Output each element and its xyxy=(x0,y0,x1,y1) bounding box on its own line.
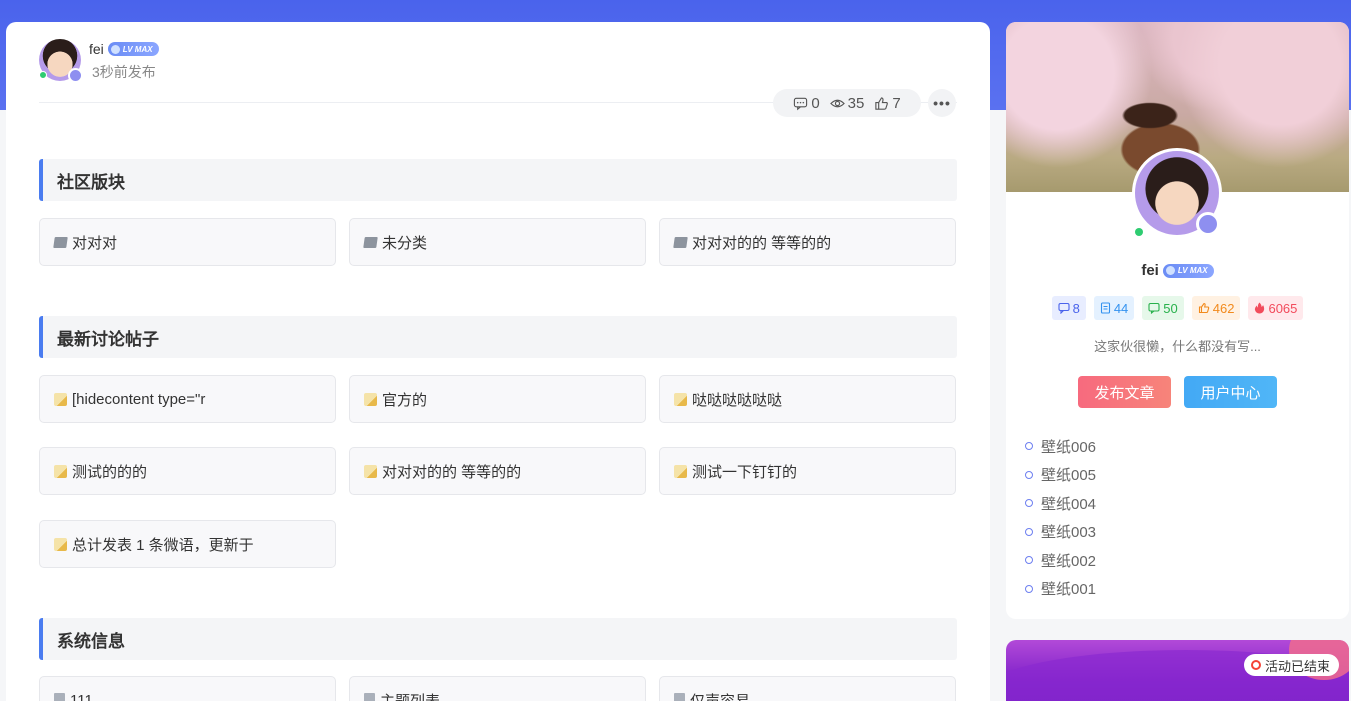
view-count: 35 xyxy=(829,94,865,112)
list-item[interactable]: 壁纸006 xyxy=(1025,432,1096,461)
comment-count[interactable]: 0 xyxy=(793,94,820,112)
section-title-latest-posts: 最新讨论帖子 xyxy=(39,316,957,358)
online-status-icon xyxy=(39,71,47,79)
folder-icon xyxy=(53,236,68,248)
post-tile-label: 哒哒哒哒哒哒 xyxy=(692,391,783,409)
profile-name-text[interactable]: fei xyxy=(1141,262,1159,279)
post-tile-label: 总计发表 1 条微语，更新于 xyxy=(72,536,254,554)
like-count[interactable]: 7 xyxy=(874,94,901,112)
document-icon xyxy=(1100,302,1110,314)
forum-tile-label: 未分类 xyxy=(382,234,428,252)
post-card: fei LV MAX 3秒前发布 0 35 7 ••• 社区版块 对对对 未分类… xyxy=(6,22,990,701)
section-title-forums: 社区版块 xyxy=(39,159,957,201)
system-tile[interactable]: 仅声容易 xyxy=(659,676,956,701)
post-tile[interactable]: 哒哒哒哒哒哒 xyxy=(659,375,956,423)
like-count-value: 7 xyxy=(892,94,901,112)
post-tile[interactable]: 测试的的的 xyxy=(39,447,336,495)
post-tile[interactable]: 官方的 xyxy=(349,375,646,423)
memo-icon xyxy=(54,537,67,551)
forum-tile-label: 对对对的的 等等的的 xyxy=(692,234,832,252)
profile-name[interactable]: fei LV MAX xyxy=(1006,262,1349,279)
forum-tile[interactable]: 对对对的的 等等的的 xyxy=(659,218,956,266)
post-tile[interactable]: 测试一下钉钉的 xyxy=(659,447,956,495)
vip-badge-icon xyxy=(68,68,83,83)
system-tile-label: 主题列表 xyxy=(380,692,441,701)
author-avatar-wrap[interactable] xyxy=(39,39,83,83)
event-status-text: 活动已结束 xyxy=(1264,658,1330,674)
post-tile[interactable]: 对对对的的 等等的的 xyxy=(349,447,646,495)
list-item[interactable]: 壁纸004 xyxy=(1025,489,1096,518)
level-badge: LV MAX xyxy=(1162,263,1214,278)
forum-tile[interactable]: 对对对 xyxy=(39,218,336,266)
replies-badge-value: 50 xyxy=(1163,300,1178,316)
post-tile-label: 官方的 xyxy=(382,391,428,409)
thumbs-up-icon xyxy=(875,96,889,110)
profile-stats: 8 44 50 462 6065 xyxy=(1006,296,1349,320)
post-stats: 0 35 7 xyxy=(773,89,921,117)
post-time: 3秒前发布 xyxy=(92,64,156,80)
profile-bio: 这家伙很懒，什么都没有写... xyxy=(1094,339,1261,354)
profile-card: fei LV MAX 8 44 50 462 6065 这家伙很懒，什么都没有写… xyxy=(1006,22,1349,619)
post-author: fei LV MAX 3秒前发布 xyxy=(39,39,339,83)
level-badge: LV MAX xyxy=(107,42,159,56)
system-tile[interactable]: 主题列表 xyxy=(349,676,646,701)
wallpaper-list: 壁纸006 壁纸005 壁纸004 壁纸003 壁纸002 壁纸001 xyxy=(1025,432,1096,603)
more-options-button[interactable]: ••• xyxy=(928,89,956,117)
message-icon xyxy=(1148,302,1160,314)
memo-icon xyxy=(364,464,377,478)
post-tile-label: [hidecontent type="r xyxy=(72,390,206,408)
post-tile-label: 测试的的的 xyxy=(72,463,148,481)
event-status-badge: 活动已结束 xyxy=(1243,654,1339,676)
system-tile-label: 111 xyxy=(70,691,93,701)
fire-icon xyxy=(1255,302,1265,314)
profile-avatar-wrap[interactable] xyxy=(1132,148,1222,238)
likes-badge: 462 xyxy=(1191,296,1241,320)
heat-badge-value: 6065 xyxy=(1268,300,1298,316)
section-title-system-info: 系统信息 xyxy=(39,618,957,660)
comments-badge: 8 xyxy=(1051,296,1086,320)
replies-badge: 50 xyxy=(1142,296,1184,320)
comments-icon xyxy=(1058,302,1070,314)
list-item[interactable]: 壁纸005 xyxy=(1025,461,1096,490)
system-tile[interactable]: 111 xyxy=(39,676,336,701)
folder-icon xyxy=(673,236,688,248)
user-center-button[interactable]: 用户中心 xyxy=(1184,376,1277,408)
online-status-icon xyxy=(1135,228,1143,236)
folder-icon xyxy=(363,236,378,248)
memo-icon xyxy=(54,392,67,406)
post-tile[interactable]: 总计发表 1 条微语，更新于 xyxy=(39,520,336,568)
event-card[interactable]: 活动已结束 xyxy=(1006,640,1349,701)
thumbs-up-icon xyxy=(1198,302,1209,314)
memo-icon xyxy=(364,392,377,406)
forum-tile[interactable]: 未分类 xyxy=(349,218,646,266)
memo-icon xyxy=(674,392,687,406)
comment-icon xyxy=(794,97,808,110)
post-tile[interactable]: [hidecontent type="r xyxy=(39,375,336,423)
comments-badge-value: 8 xyxy=(1072,300,1080,316)
list-item[interactable]: 壁纸002 xyxy=(1025,546,1096,575)
author-name[interactable]: fei LV MAX xyxy=(89,41,159,57)
forum-tile-label: 对对对 xyxy=(72,234,118,252)
post-tile-label: 对对对的的 等等的的 xyxy=(382,463,522,481)
clock-icon xyxy=(1250,660,1261,670)
eye-icon xyxy=(829,99,845,107)
post-tile-label: 测试一下钉钉的 xyxy=(692,463,798,481)
view-count-value: 35 xyxy=(847,94,865,112)
document-icon xyxy=(54,693,65,701)
posts-badge: 44 xyxy=(1093,296,1135,320)
list-item[interactable]: 壁纸003 xyxy=(1025,518,1096,547)
document-icon xyxy=(364,693,375,701)
document-icon xyxy=(674,693,685,701)
heat-badge: 6065 xyxy=(1248,296,1304,320)
author-name-text[interactable]: fei xyxy=(89,41,104,57)
likes-badge-value: 462 xyxy=(1212,300,1235,316)
system-tile-label: 仅声容易 xyxy=(690,692,751,701)
posts-badge-value: 44 xyxy=(1113,300,1129,316)
vip-badge-icon xyxy=(1196,212,1220,236)
comment-count-value: 0 xyxy=(811,94,820,112)
publish-article-button[interactable]: 发布文章 xyxy=(1078,376,1171,408)
memo-icon xyxy=(674,464,687,478)
list-item[interactable]: 壁纸001 xyxy=(1025,575,1096,604)
memo-icon xyxy=(54,464,67,478)
